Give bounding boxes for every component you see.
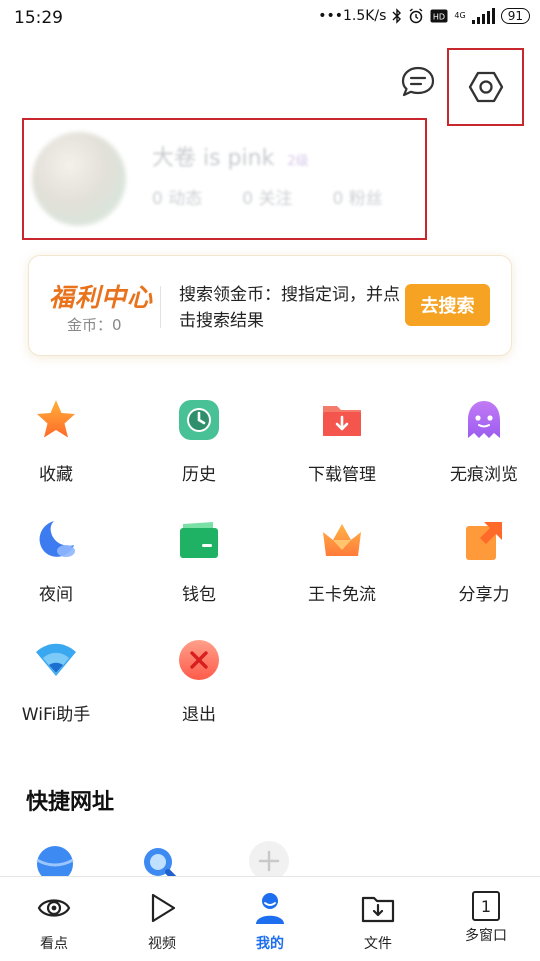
signal-icon bbox=[471, 8, 495, 24]
grid-item-downloads[interactable]: 下载管理 bbox=[287, 398, 397, 485]
grid-label: 夜间 bbox=[39, 585, 73, 605]
folder-download-icon bbox=[361, 896, 395, 923]
svg-text:HD: HD bbox=[433, 13, 445, 22]
grid-label: 王卡免流 bbox=[308, 585, 376, 605]
moon-icon bbox=[39, 521, 75, 557]
grid-item-free-data[interactable]: 王卡免流 bbox=[287, 518, 397, 605]
coin-balance: 金币：0 bbox=[67, 316, 122, 334]
grid-item-history[interactable]: 历史 bbox=[144, 398, 254, 485]
profile-level: 2级 bbox=[287, 154, 309, 169]
network-speed: •••1.5K/s bbox=[318, 8, 387, 24]
avatar[interactable] bbox=[32, 132, 126, 226]
quick-links-title: 快捷网址 bbox=[26, 790, 115, 815]
status-right: •••1.5K/s HD 4G 91 bbox=[318, 8, 530, 24]
nav-label: 文件 bbox=[364, 936, 392, 952]
grid-label: 钱包 bbox=[182, 585, 216, 605]
star-icon bbox=[37, 400, 75, 438]
bottom-nav: 看点 视频 我的 文件 1 多窗口 bbox=[0, 876, 540, 961]
divider bbox=[160, 286, 161, 328]
grid-label: 下载管理 bbox=[308, 465, 376, 485]
alarm-icon bbox=[409, 8, 423, 24]
play-icon bbox=[151, 893, 176, 923]
crown-icon bbox=[323, 524, 361, 556]
welfare-center-card[interactable]: 福利中心 金币：0 搜索领金币：搜指定词，并点击搜索结果 去搜索 bbox=[28, 255, 512, 356]
network-type: 4G bbox=[454, 11, 466, 20]
stat-posts[interactable]: 0 动态 bbox=[152, 184, 202, 209]
nav-label: 看点 bbox=[40, 936, 68, 952]
grid-label: 收藏 bbox=[39, 465, 73, 485]
wifi-icon bbox=[36, 643, 76, 676]
grid-label: 分享力 bbox=[458, 585, 510, 605]
person-icon bbox=[256, 893, 284, 924]
grid-item-wifi[interactable]: WiFi助手 bbox=[1, 638, 111, 725]
grid-label: 退出 bbox=[182, 705, 216, 725]
status-bar: 15:29 •••1.5K/s HD 4G 91 bbox=[0, 0, 540, 36]
profile-name: 大卷 is pink 2级 bbox=[152, 146, 309, 171]
nav-item-video[interactable]: 视频 bbox=[122, 891, 202, 953]
grid-item-logout[interactable]: 退出 bbox=[144, 638, 254, 725]
grid-label: 无痕浏览 bbox=[450, 465, 518, 485]
grid-item-wallet[interactable]: 钱包 bbox=[144, 518, 254, 605]
status-time: 15:29 bbox=[14, 8, 63, 28]
download-folder-icon bbox=[323, 406, 361, 436]
grid-item-night[interactable]: 夜间 bbox=[1, 518, 111, 605]
welfare-description: 搜索领金币：搜指定词，并点击搜索结果 bbox=[179, 285, 400, 331]
nav-item-kandian[interactable]: 看点 bbox=[14, 891, 94, 953]
profile-stats: 0 动态 0 关注 0 粉丝 bbox=[152, 184, 383, 209]
nav-label: 我的 bbox=[256, 936, 284, 952]
hd-icon: HD bbox=[430, 9, 448, 23]
grid-item-favorites[interactable]: 收藏 bbox=[1, 398, 111, 485]
stat-following[interactable]: 0 关注 bbox=[242, 184, 292, 209]
ghost-icon bbox=[468, 401, 500, 438]
window-count-icon: 1 bbox=[472, 891, 500, 921]
grid-label: 历史 bbox=[182, 465, 216, 485]
nav-item-windows[interactable]: 1 多窗口 bbox=[446, 891, 526, 945]
grid-item-incognito[interactable]: 无痕浏览 bbox=[429, 398, 539, 485]
bluetooth-icon bbox=[392, 8, 402, 24]
message-button[interactable] bbox=[400, 65, 436, 99]
share-icon bbox=[466, 522, 502, 560]
wallet-icon bbox=[180, 522, 218, 558]
go-search-button[interactable]: 去搜索 bbox=[405, 284, 490, 326]
grid-label: WiFi助手 bbox=[21, 705, 91, 725]
nav-item-mine[interactable]: 我的 bbox=[230, 891, 310, 953]
grid-item-share[interactable]: 分享力 bbox=[429, 518, 539, 605]
nav-label: 视频 bbox=[148, 936, 176, 952]
settings-button[interactable] bbox=[447, 48, 524, 126]
nav-item-files[interactable]: 文件 bbox=[338, 891, 418, 953]
profile-card[interactable]: 大卷 is pink 2级 0 动态 0 关注 0 粉丝 bbox=[22, 118, 427, 240]
battery-icon: 91 bbox=[500, 8, 530, 24]
message-icon bbox=[401, 66, 435, 97]
nav-label: 多窗口 bbox=[465, 928, 507, 944]
clock-icon bbox=[179, 400, 219, 440]
settings-icon bbox=[468, 71, 503, 103]
stat-followers[interactable]: 0 粉丝 bbox=[332, 184, 382, 209]
welfare-title: 福利中心 bbox=[49, 283, 154, 312]
exit-icon bbox=[179, 640, 219, 680]
eye-icon bbox=[37, 899, 71, 917]
